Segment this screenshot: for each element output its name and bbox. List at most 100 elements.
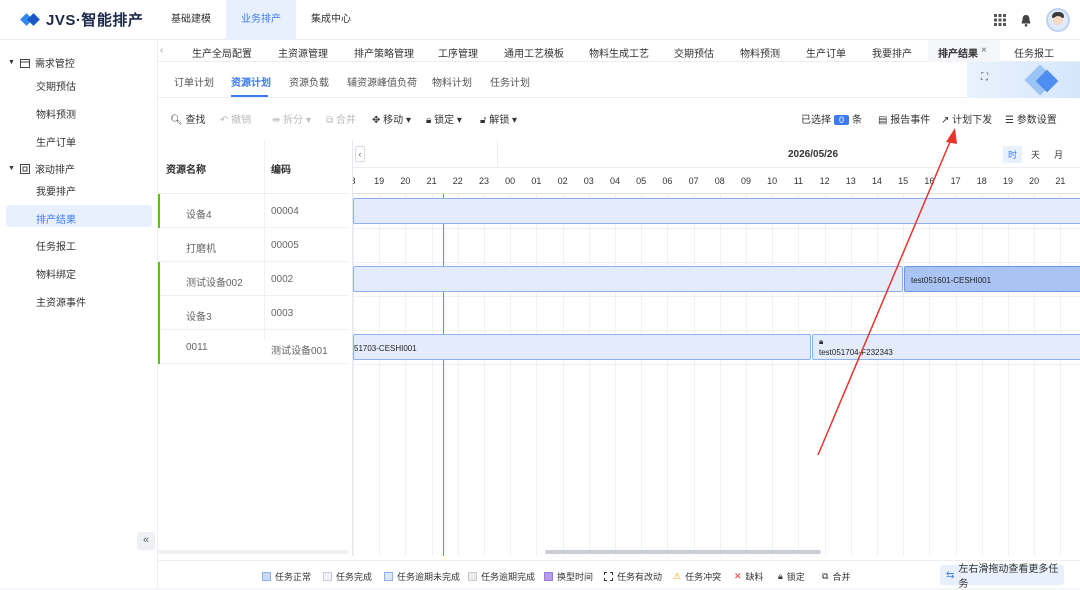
tab-schedule-result[interactable]: 排产结果: [938, 45, 978, 60]
hour-gridline: [824, 194, 826, 556]
subtab-material-plan[interactable]: 物料计划: [432, 74, 472, 89]
hour-tick-label: 23: [478, 176, 489, 186]
apps-grid-icon[interactable]: [994, 14, 1006, 26]
report-event-button[interactable]: ▤ 报告事件: [878, 111, 930, 126]
tab-task-report[interactable]: 任务报工: [1014, 45, 1054, 60]
hour-gridline: [405, 194, 407, 556]
app-logo[interactable]: JVS·智能排产: [20, 9, 143, 30]
hour-tick-label: 01: [531, 176, 542, 186]
hour-tick-label: 17: [950, 176, 961, 186]
merge-button[interactable]: ⧉ 合并: [326, 111, 356, 126]
row-marker: [158, 330, 160, 364]
lock-button[interactable]: 🔒︎ 锁定 ▾: [426, 111, 462, 126]
drag-hint: ⇆ 左右滑拖动查看更多任务: [940, 564, 1064, 590]
lock-icon: 🔒︎: [426, 115, 432, 126]
unlock-button[interactable]: 🔓︎ 解锁 ▾: [480, 111, 517, 126]
sidebar: ▼ 需求管控 交期预估 物料预测 生产订单 ▼ 滚动排产 我要排产 排产结果 任…: [0, 40, 158, 588]
col-header-name: 资源名称: [166, 165, 206, 176]
move-icon: ✥: [372, 115, 381, 126]
row-marker: [158, 262, 160, 296]
gantt-task-bar[interactable]: test051601-CESHI001: [904, 266, 1080, 292]
sidebar-group-label: 滚动排产: [34, 165, 75, 176]
tab-production-order[interactable]: 生产订单: [806, 45, 846, 60]
tab-process[interactable]: 工序管理: [438, 45, 478, 60]
hour-tick-label: 14: [871, 176, 882, 186]
sidebar-group-rolling[interactable]: ▼ 滚动排产: [8, 161, 75, 176]
topnav-item-modeling[interactable]: 基础建模: [156, 0, 226, 40]
row-divider: [353, 330, 1080, 331]
legend-item: 任务逾期完成: [468, 570, 535, 583]
view-month[interactable]: 月: [1049, 146, 1068, 163]
table-row[interactable]: 测试设备002 0002: [158, 262, 348, 296]
gantt-task-bar[interactable]: 51703-CESHI001: [353, 334, 811, 360]
sidebar-item-my-scheduling[interactable]: 我要排产: [36, 183, 76, 198]
tab-delivery-estimate[interactable]: 交期预估: [674, 45, 714, 60]
tab-process-template[interactable]: 通用工艺模板: [504, 45, 564, 60]
undo-button[interactable]: ↶ 撤销: [220, 111, 251, 126]
row-marker: [158, 194, 160, 228]
left-scrollbar[interactable]: [158, 550, 348, 554]
hour-gridline: [903, 194, 905, 556]
sidebar-selected-highlight: [6, 205, 152, 227]
table-row[interactable]: 设备4 00004: [158, 194, 348, 228]
sidebar-item-task-report[interactable]: 任务报工: [36, 238, 76, 253]
search-button[interactable]: 🔍︎ 查找: [170, 111, 205, 126]
sidebar-group-demand[interactable]: ▼ 需求管控: [8, 55, 75, 70]
current-time-line: [443, 194, 444, 556]
gantt-task-bar[interactable]: 🔒︎ test051704-F232343: [812, 334, 1080, 360]
sidebar-item-delivery-estimate[interactable]: 交期预估: [36, 78, 76, 93]
topnav-item-scheduling[interactable]: 业务排产: [226, 0, 296, 40]
tab-scroll-left-icon[interactable]: ‹: [160, 45, 163, 56]
hour-tick-label: 21: [1055, 176, 1066, 186]
gantt-task-bar[interactable]: [353, 266, 903, 292]
sidebar-collapse-button[interactable]: «: [137, 532, 155, 550]
task-label: test051704-F232343: [819, 348, 893, 357]
fullscreen-icon[interactable]: ⛶: [981, 72, 988, 83]
avatar[interactable]: [1046, 8, 1070, 32]
sidebar-item-material-binding[interactable]: 物料绑定: [36, 266, 76, 281]
hour-tick-label: 21: [426, 176, 437, 186]
dispatch-plan-button[interactable]: ↗ 计划下发: [941, 111, 992, 126]
hour-tick-label: 08: [714, 176, 725, 186]
subtab-order-plan[interactable]: 订单计划: [174, 74, 214, 89]
table-row[interactable]: 打磨机 00005: [158, 228, 348, 262]
logo-icon: [20, 11, 40, 29]
bell-icon[interactable]: [1020, 14, 1032, 27]
tab-global-config[interactable]: 生产全局配置: [192, 45, 252, 60]
sidebar-item-schedule-result[interactable]: 排产结果: [36, 211, 76, 226]
tab-close-icon[interactable]: ×: [981, 45, 987, 56]
move-button[interactable]: ✥ 移动 ▾: [372, 111, 411, 126]
legend-item: ⧉ 合并: [822, 571, 851, 582]
tab-material-forecast[interactable]: 物料预测: [740, 45, 780, 60]
row-code: 00004: [271, 206, 299, 217]
gantt-scrollbar[interactable]: [545, 550, 821, 554]
sidebar-item-production-order[interactable]: 生产订单: [36, 134, 76, 149]
tab-strategy[interactable]: 排产策略管理: [354, 45, 414, 60]
hour-gridline: [431, 194, 433, 556]
subtab-resource-plan[interactable]: 资源计划: [231, 74, 271, 89]
subtab-task-plan[interactable]: 任务计划: [490, 74, 530, 89]
settings-button[interactable]: ☰ 参数设置: [1005, 111, 1057, 126]
subtab-resource-load[interactable]: 资源负载: [289, 74, 329, 89]
table-row[interactable]: 0011 测试设备001: [158, 330, 348, 364]
table-row[interactable]: 设备3 0003: [158, 296, 348, 330]
legend-item: 任务逾期未完成: [384, 570, 460, 583]
tab-my-scheduling[interactable]: 我要排产: [872, 45, 912, 60]
gantt-scroll-left-button[interactable]: ‹: [355, 146, 365, 162]
tab-main-resource[interactable]: 主资源管理: [278, 45, 328, 60]
topnav-item-integration[interactable]: 集成中心: [296, 0, 366, 40]
hour-tick-label: 03: [583, 176, 594, 186]
gantt-task-bar[interactable]: [353, 198, 1080, 224]
calendar-icon: [19, 58, 30, 68]
sidebar-item-resource-event[interactable]: 主资源事件: [36, 294, 86, 309]
tab-material-process[interactable]: 物料生成工艺: [589, 45, 649, 60]
view-day[interactable]: 天: [1026, 146, 1045, 163]
subtab-aux-peak-load[interactable]: 辅资源峰值负荷: [347, 74, 417, 89]
sidebar-item-material-forecast[interactable]: 物料预测: [36, 106, 76, 121]
view-hour[interactable]: 时: [1003, 146, 1023, 163]
unlock-icon: 🔓︎: [480, 115, 487, 126]
sliders-icon: ☰: [1005, 115, 1014, 126]
selection-count: 已选择 0 条: [801, 115, 863, 126]
hour-gridline: [379, 194, 381, 556]
split-button[interactable]: ⇹ 拆分 ▾: [272, 111, 311, 126]
